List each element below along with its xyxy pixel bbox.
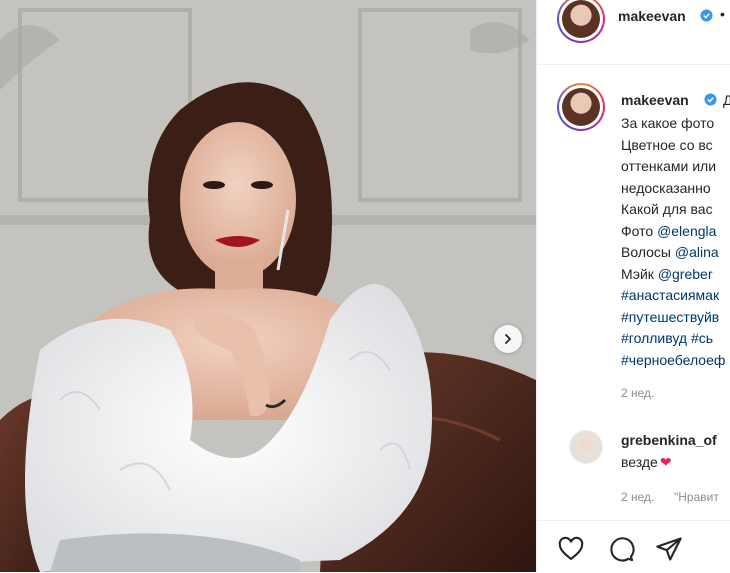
caption-username[interactable]: makeevan bbox=[621, 92, 689, 108]
caption-line: За какое фото bbox=[621, 115, 715, 131]
next-photo-button[interactable] bbox=[494, 325, 522, 353]
comment-like-link[interactable]: "Нравит bbox=[674, 490, 719, 504]
avatar[interactable] bbox=[562, 0, 600, 38]
comment-text: везде ❤ bbox=[621, 454, 672, 471]
commenter-avatar[interactable] bbox=[569, 430, 603, 464]
caption-line-prefix: Волосы bbox=[621, 244, 675, 260]
hashtag-link[interactable]: #черноебелоеф bbox=[621, 352, 725, 368]
hashtag-link[interactable]: #голливуд bbox=[621, 330, 687, 346]
hashtag-link[interactable]: #анастасиямак bbox=[621, 287, 719, 303]
caption-line: Цветное со вс bbox=[621, 136, 713, 153]
caption-text: За какое фото Цветное со вс оттенками ил… bbox=[621, 113, 725, 371]
post-header: makeevan • bbox=[537, 0, 730, 65]
comment-icon[interactable] bbox=[607, 535, 635, 563]
caption-line: Какой для вас bbox=[621, 201, 713, 217]
post-sidebar: makeevan • makeevan Д За какое фото Цвет… bbox=[536, 0, 730, 572]
caption-story-ring[interactable] bbox=[557, 83, 605, 131]
caption-time[interactable]: 2 нед. bbox=[621, 386, 654, 400]
mention-link[interactable]: @greber bbox=[658, 266, 713, 282]
comment-body: везде bbox=[621, 454, 658, 470]
hashtag-link[interactable]: #сь bbox=[687, 330, 713, 346]
header-dot: • bbox=[720, 6, 725, 22]
verified-icon bbox=[704, 93, 717, 106]
caption-line: #голливуд #сь bbox=[621, 328, 725, 350]
hashtag-link[interactable]: #путешествуйв bbox=[621, 309, 719, 325]
mention-link[interactable]: @elengla bbox=[657, 223, 716, 239]
caption-line: недосказанно bbox=[621, 179, 711, 196]
next-arrow-icon bbox=[505, 334, 511, 344]
mention-link[interactable]: @alina bbox=[675, 244, 719, 260]
comment-time[interactable]: 2 нед. bbox=[621, 490, 654, 504]
verified-icon bbox=[700, 9, 713, 22]
caption-line-prefix: Мэйк bbox=[621, 265, 658, 282]
heart-emoji: ❤ bbox=[659, 454, 672, 470]
header-username[interactable]: makeevan bbox=[618, 8, 686, 24]
caption-line-prefix: Фото bbox=[621, 222, 658, 239]
heart-icon[interactable] bbox=[557, 535, 585, 563]
caption-line: оттенками или bbox=[621, 158, 717, 174]
caption-line: #черноебелоеф bbox=[621, 350, 725, 372]
caption-line: Волосы @alina bbox=[621, 242, 725, 264]
caption-line: Мэйк @greber bbox=[621, 264, 725, 286]
action-bar bbox=[537, 520, 730, 573]
story-ring[interactable] bbox=[557, 0, 605, 43]
caption-first-char: Д bbox=[723, 92, 730, 108]
share-icon[interactable] bbox=[655, 535, 683, 563]
commenter-username[interactable]: grebenkina_of bbox=[621, 432, 717, 448]
post-image bbox=[0, 0, 536, 572]
caption-avatar[interactable] bbox=[562, 88, 600, 126]
caption-line: Фото @elengla bbox=[621, 221, 725, 243]
caption-line: #анастасиямак bbox=[621, 285, 725, 307]
post-photo[interactable] bbox=[0, 0, 536, 572]
caption-line: #путешествуйв bbox=[621, 307, 725, 329]
